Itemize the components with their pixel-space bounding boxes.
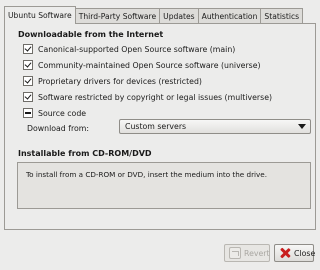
option-source-code[interactable]: Source code xyxy=(23,107,86,119)
option-source-code-label: Source code xyxy=(38,108,87,118)
tab-panel: Downloadable from the Internet Canonical… xyxy=(4,23,316,230)
revert-button[interactable]: Revert xyxy=(224,244,270,262)
checkbox-main[interactable] xyxy=(23,44,33,54)
revert-label: Revert xyxy=(244,248,270,258)
option-main[interactable]: Canonical-supported Open Source software… xyxy=(23,43,235,55)
tab-bar: Ubuntu Software Third-Party Software Upd… xyxy=(4,6,304,24)
checkbox-source-code[interactable] xyxy=(23,108,33,118)
download-from-label: Download from: xyxy=(27,124,90,133)
checkbox-restricted[interactable] xyxy=(23,76,33,86)
close-button[interactable]: Close xyxy=(274,244,316,262)
close-label: Close xyxy=(294,248,316,258)
option-multiverse-label: Software restricted by copyright or lega… xyxy=(38,92,273,102)
option-restricted[interactable]: Proprietary drivers for devices (restric… xyxy=(23,75,202,87)
tab-statistics[interactable]: Statistics xyxy=(260,8,304,23)
revert-icon xyxy=(229,247,241,259)
tab-third-party-software[interactable]: Third-Party Software xyxy=(74,8,161,23)
dropdown-arrow-icon xyxy=(298,124,306,129)
tab-ubuntu-software[interactable]: Ubuntu Software xyxy=(4,6,76,24)
tab-authentication[interactable]: Authentication xyxy=(197,8,262,23)
checkbox-multiverse[interactable] xyxy=(23,92,33,102)
download-from-value: Custom servers xyxy=(125,122,187,131)
checkbox-universe[interactable] xyxy=(23,60,33,70)
download-from-select[interactable]: Custom servers xyxy=(119,119,311,134)
close-icon xyxy=(279,247,291,259)
option-restricted-label: Proprietary drivers for devices (restric… xyxy=(38,76,202,86)
option-universe[interactable]: Community-maintained Open Source softwar… xyxy=(23,59,261,71)
internet-section-title: Downloadable from the Internet xyxy=(18,30,164,39)
option-universe-label: Community-maintained Open Source softwar… xyxy=(38,60,261,70)
tab-updates[interactable]: Updates xyxy=(159,8,199,23)
cdrom-list: To install from a CD-ROM or DVD, insert … xyxy=(17,162,311,209)
option-main-label: Canonical-supported Open Source software… xyxy=(38,44,236,54)
cdrom-section-title: Installable from CD-ROM/DVD xyxy=(18,149,152,158)
cdrom-message: To install from a CD-ROM or DVD, insert … xyxy=(26,170,267,179)
option-multiverse[interactable]: Software restricted by copyright or lega… xyxy=(23,91,272,103)
